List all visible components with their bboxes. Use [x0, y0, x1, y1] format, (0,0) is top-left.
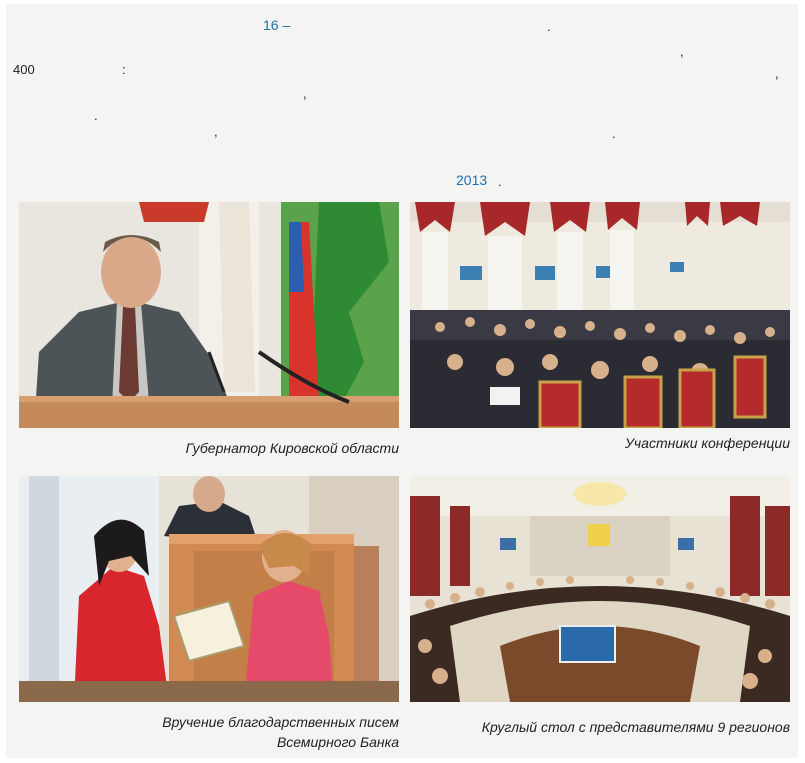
punctuation-comma: , [775, 66, 779, 81]
conference-audience-photo [410, 202, 790, 428]
punctuation-dot: . [498, 174, 502, 189]
punctuation-comma: , [214, 124, 218, 139]
photo-caption-award-line2: Всемирного Банка [276, 734, 399, 750]
number-400: 400 [13, 62, 35, 77]
number-16: 16 – [263, 17, 291, 33]
photo-caption-round-table: Круглый стол с представителями 9 регионо… [481, 719, 790, 735]
punctuation-colon: : [122, 62, 126, 77]
award-ceremony-photo [19, 476, 399, 702]
year-2013: 2013 [456, 172, 488, 188]
punctuation-dot: . [94, 108, 98, 123]
photo-caption-award-line1: Вручение благодарственных писем [162, 714, 399, 730]
photo-caption-award: Вручение благодарственных писем Всемирно… [19, 712, 399, 752]
punctuation-comma: , [303, 86, 307, 101]
punctuation-dot: . [547, 19, 551, 34]
governor-speaking-photo [19, 202, 399, 428]
round-table-photo [410, 476, 790, 702]
photo-caption-conference: Участники конференции [624, 435, 790, 451]
punctuation-dot: . [612, 126, 616, 141]
punctuation-comma: , [680, 44, 684, 59]
photo-caption-governor: Губернатор Кировской области [185, 440, 399, 456]
